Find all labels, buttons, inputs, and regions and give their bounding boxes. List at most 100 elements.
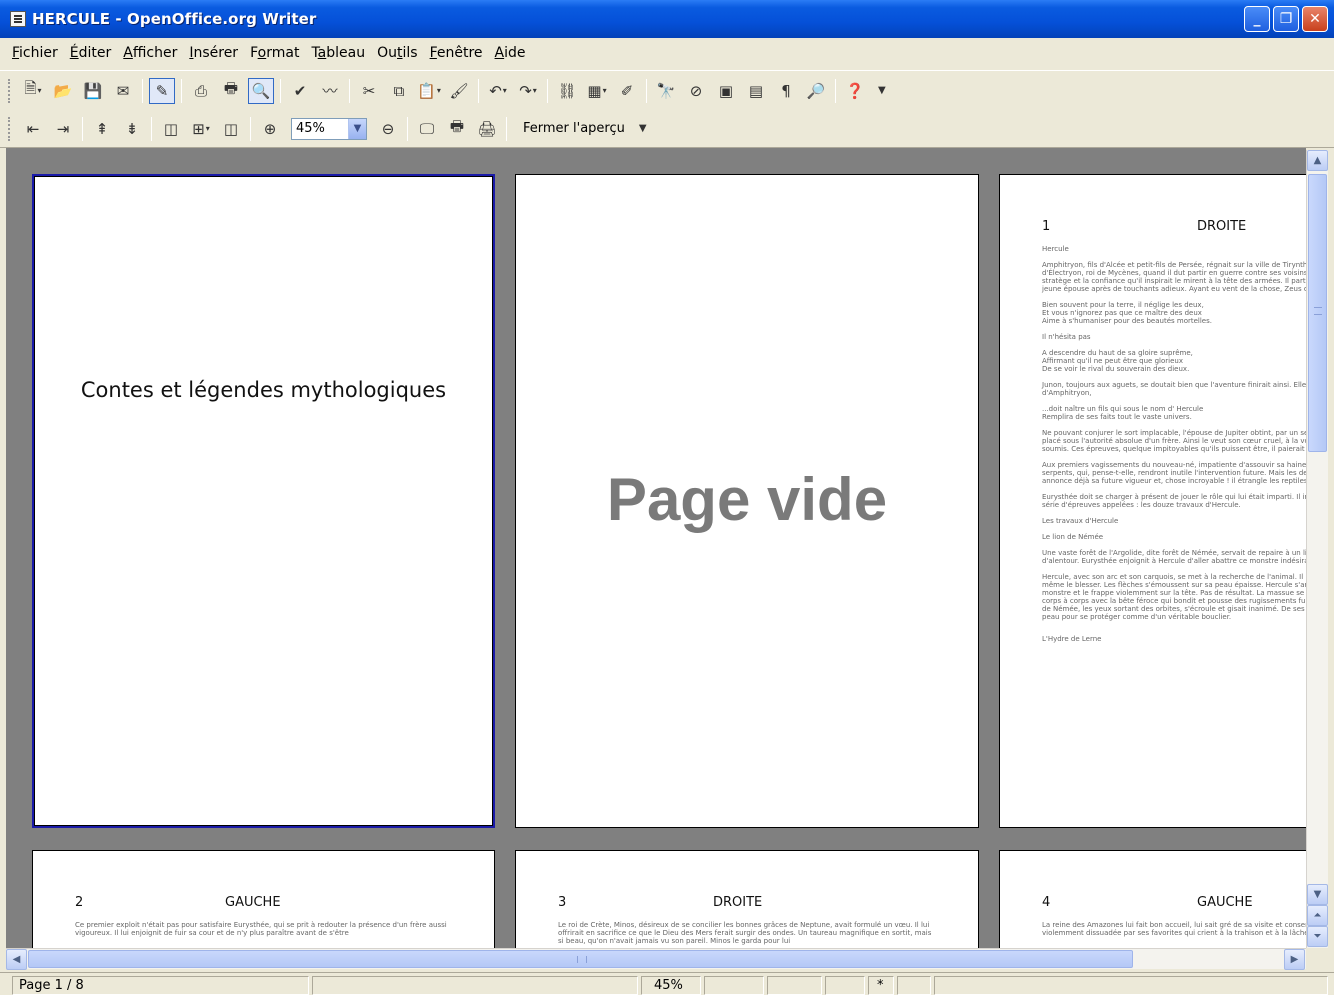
- draw-pencil-icon: ✐: [620, 81, 634, 100]
- print-options-button[interactable]: 🖶: [444, 116, 470, 142]
- email-button[interactable]: ✉: [110, 78, 136, 104]
- monitor-icon: 🖵: [419, 119, 435, 138]
- pilcrow-icon: ¶: [781, 81, 791, 100]
- page-preview-area[interactable]: Contes et légendes mythologiques Page vi…: [6, 148, 1306, 948]
- cut-button[interactable]: ✂: [356, 78, 382, 104]
- preview-page-1[interactable]: 1 DROITE Hercule Amphitryon, fils d'Alcé…: [999, 174, 1306, 828]
- close-preview-button[interactable]: Fermer l'aperçu: [517, 121, 631, 136]
- copy-button[interactable]: ⧉: [386, 78, 412, 104]
- zoom-button[interactable]: 🔎: [803, 78, 829, 104]
- next-page-scroll-button[interactable]: ⏷: [1307, 926, 1328, 947]
- gallery-button[interactable]: ▣: [713, 78, 739, 104]
- book-preview-button[interactable]: ◫: [218, 116, 244, 142]
- edit-pencil-icon: ✎: [155, 81, 169, 100]
- zoom-out-icon: ⊖: [381, 119, 395, 138]
- close-button[interactable]: ✕: [1302, 6, 1328, 32]
- menu-outils[interactable]: Outils: [371, 45, 423, 61]
- navigator-compass-icon: ⊘: [689, 81, 703, 100]
- title-bar[interactable]: HERCULE - OpenOffice.org Writer _ ❐ ✕: [0, 0, 1334, 38]
- status-signature[interactable]: [825, 976, 865, 995]
- print-preview-button[interactable]: 🖨: [474, 116, 500, 142]
- standard-toolbar: 🗎 ▾ 📂 💾 ✉ ✎ ⎙ 🖶 🔍 ✔ 〰 ✂ ⧉ 📋 ▾ 🖌 ↶ ▾ ↷ ▾ ⛓ ▦ ▾…: [0, 70, 1334, 110]
- data-sources-button[interactable]: ▤: [743, 78, 769, 104]
- menu-inserer[interactable]: Insérer: [183, 45, 244, 61]
- minimize-button[interactable]: _: [1244, 6, 1270, 32]
- previous-page-scroll-button[interactable]: ⏶: [1307, 905, 1328, 926]
- two-pages-button[interactable]: ◫: [158, 116, 184, 142]
- edit-mode-button[interactable]: ✎: [149, 77, 175, 104]
- export-pdf-button[interactable]: ⎙: [188, 78, 214, 104]
- redo-icon: ↷: [519, 81, 532, 100]
- paste-button[interactable]: 📋 ▾: [416, 78, 442, 104]
- preview-page-4[interactable]: 4 GAUCHE La reine des Amazones lui fait …: [999, 850, 1306, 948]
- zoom-in-button[interactable]: ⊕: [257, 116, 283, 142]
- first-page-button[interactable]: ⇞: [89, 116, 115, 142]
- vertical-scrollbar[interactable]: ▲ ▼ ⏶ ⏷: [1306, 150, 1328, 948]
- paragraph: Aux premiers vagissements du nouveau-né,…: [1042, 461, 1306, 485]
- preview-page-3[interactable]: 3 DROITE Le roi de Crète, Minos, désireu…: [515, 850, 979, 948]
- last-page-button[interactable]: ⇟: [119, 116, 145, 142]
- toolbar-overflow-icon[interactable]: ▼: [878, 85, 886, 96]
- scroll-down-button[interactable]: ▼: [1307, 884, 1328, 905]
- table-button[interactable]: ▦ ▾: [584, 78, 610, 104]
- find-replace-button[interactable]: 🔭: [653, 78, 679, 104]
- vertical-scroll-thumb[interactable]: [1308, 174, 1327, 452]
- full-screen-button[interactable]: 🖵: [414, 116, 440, 142]
- paragraph: Une vaste forêt de l'Argolide, dite forê…: [1042, 549, 1306, 565]
- status-digital-signature[interactable]: [897, 976, 931, 995]
- hyperlink-button[interactable]: ⛓: [554, 78, 580, 104]
- zoom-combobox[interactable]: 45% ▼: [291, 117, 367, 140]
- dropdown-arrow-icon: ▾: [205, 124, 210, 133]
- toolbar-overflow-icon[interactable]: ▼: [639, 123, 647, 134]
- toolbar-grip[interactable]: [8, 78, 12, 103]
- spellcheck-button[interactable]: ✔: [287, 78, 313, 104]
- scroll-right-button[interactable]: ▶: [1284, 949, 1305, 970]
- menu-aide[interactable]: Aide: [489, 45, 532, 61]
- menu-editer[interactable]: Éditer: [64, 45, 118, 61]
- status-page-style[interactable]: [312, 976, 638, 995]
- zoom-out-button[interactable]: ⊖: [375, 116, 401, 142]
- last-page-icon: ⇟: [125, 119, 139, 138]
- menu-format[interactable]: Format: [244, 45, 305, 61]
- page-side-label: DROITE: [1197, 219, 1247, 234]
- new-document-button[interactable]: 🗎 ▾: [20, 78, 46, 104]
- preview-page-cover[interactable]: Contes et légendes mythologiques: [32, 174, 495, 828]
- menu-fichier[interactable]: Fichier: [6, 45, 64, 61]
- paragraph: Junon, toujours aux aguets, se doutait b…: [1042, 381, 1306, 397]
- scroll-left-button[interactable]: ◀: [6, 949, 27, 970]
- toolbar-separator: [280, 78, 281, 103]
- chevron-down-icon[interactable]: ▼: [348, 118, 366, 139]
- menu-tableau[interactable]: Tableau: [305, 45, 371, 61]
- autospellcheck-button[interactable]: 〰: [317, 78, 343, 104]
- page-preview-button[interactable]: 🔍: [248, 77, 274, 104]
- maximize-button[interactable]: ❐: [1273, 6, 1299, 32]
- status-insert-mode[interactable]: [704, 976, 764, 995]
- formatting-marks-button[interactable]: ¶: [773, 78, 799, 104]
- previous-page-button[interactable]: ⇤: [20, 116, 46, 142]
- preview-page-2[interactable]: 2 GAUCHE Ce premier exploit n'était pas …: [32, 850, 495, 948]
- preview-page-blank[interactable]: Page vide: [515, 174, 979, 828]
- open-button[interactable]: 📂: [50, 78, 76, 104]
- save-button[interactable]: 💾: [80, 78, 106, 104]
- menu-afficher[interactable]: Afficher: [117, 45, 183, 61]
- status-page-indicator[interactable]: Page 1 / 8: [12, 976, 309, 995]
- page-body-text: Hercule Amphitryon, fils d'Alcée et peti…: [1042, 245, 1306, 651]
- next-page-button[interactable]: ⇥: [50, 116, 76, 142]
- scroll-up-button[interactable]: ▲: [1307, 150, 1328, 171]
- navigator-button[interactable]: ⊘: [683, 78, 709, 104]
- horizontal-scrollbar[interactable]: ◀ ▶: [6, 948, 1306, 970]
- status-zoom[interactable]: 45%: [641, 976, 701, 995]
- menu-fenetre[interactable]: Fenêtre: [424, 45, 489, 61]
- toolbar-grip[interactable]: [8, 116, 12, 141]
- help-button[interactable]: ❓: [842, 78, 868, 104]
- horizontal-scroll-thumb[interactable]: [28, 950, 1133, 968]
- status-selection-mode[interactable]: [767, 976, 822, 995]
- redo-button[interactable]: ↷ ▾: [515, 78, 541, 104]
- format-paintbrush-button[interactable]: 🖌: [446, 78, 472, 104]
- toolbar-separator: [646, 78, 647, 103]
- draw-functions-button[interactable]: ✐: [614, 78, 640, 104]
- undo-button[interactable]: ↶ ▾: [485, 78, 511, 104]
- status-modified[interactable]: *: [868, 976, 894, 995]
- print-button[interactable]: 🖶: [218, 78, 244, 104]
- multiple-pages-button[interactable]: ⊞ ▾: [188, 116, 214, 142]
